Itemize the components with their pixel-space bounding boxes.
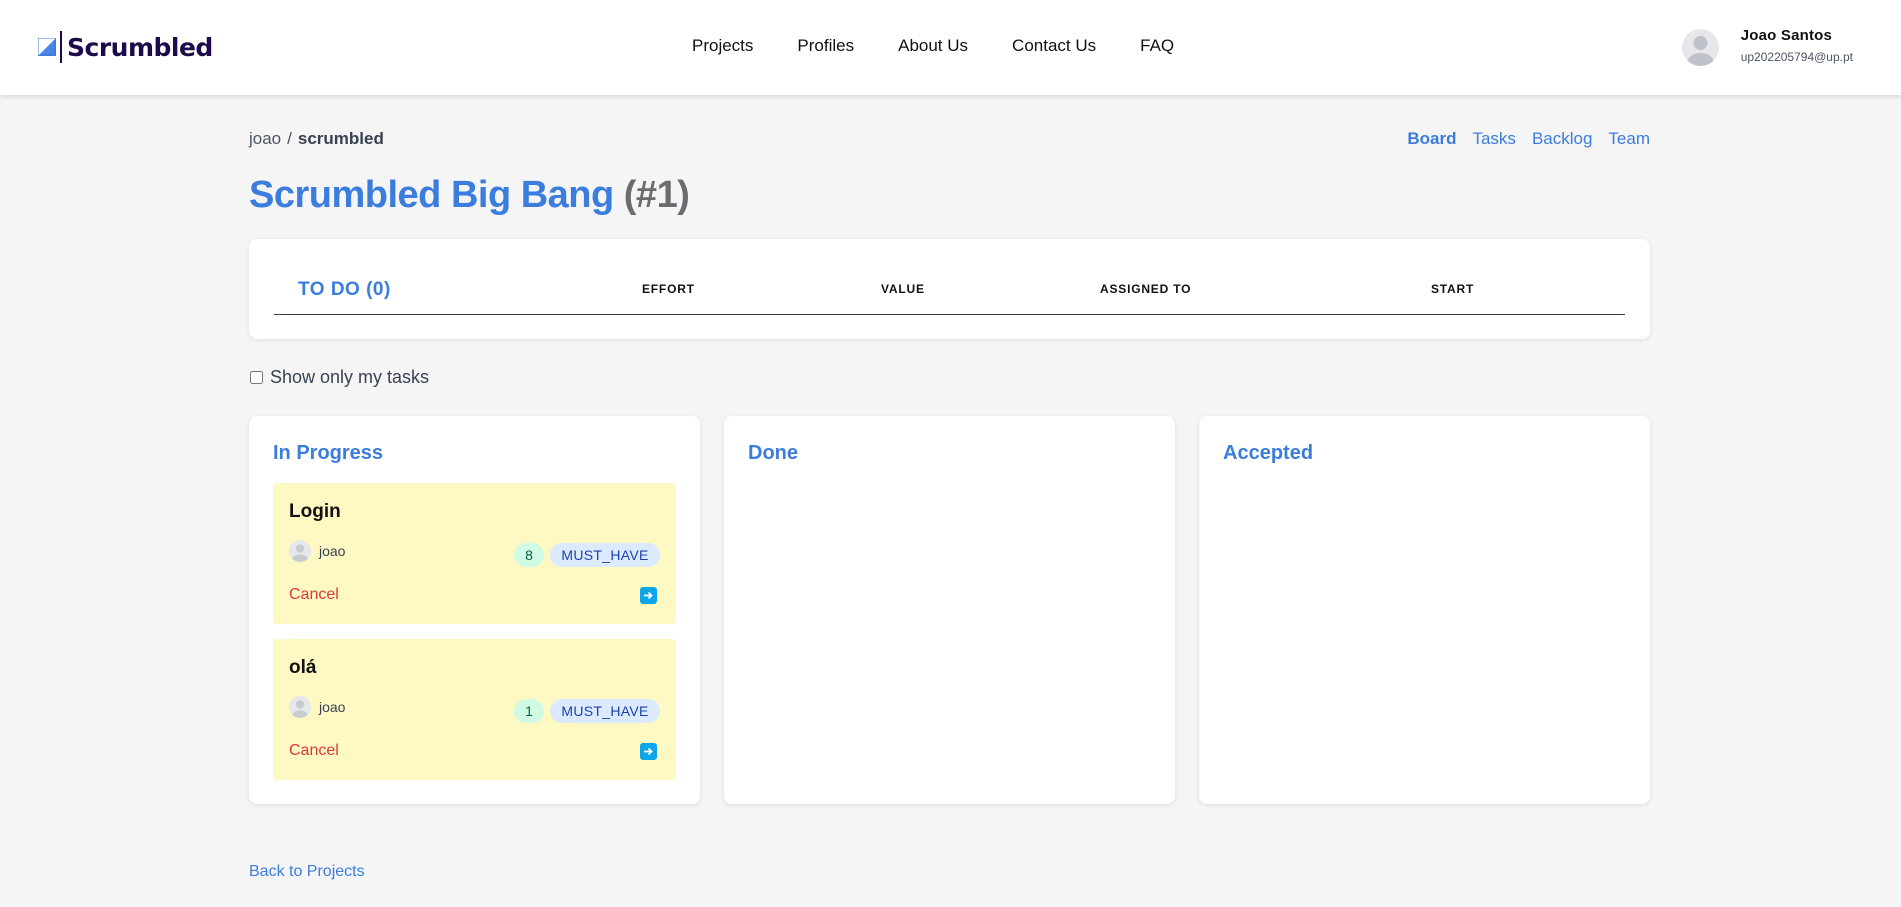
arrow-right-icon	[643, 587, 654, 605]
todo-table: TO DO (0) EFFORT VALUE ASSIGNED TO START	[249, 239, 1650, 339]
sprint-name: Scrumbled Big Bang	[249, 174, 614, 216]
table-divider	[274, 314, 1625, 315]
cancel-button[interactable]: Cancel	[289, 742, 339, 760]
column-header-start: START	[1431, 282, 1475, 296]
sprint-number: (#1)	[623, 174, 690, 216]
logo-mark-icon	[38, 38, 56, 56]
task-card[interactable]: Login joao 8 MUST_HAVE Cancel	[273, 483, 676, 624]
assignee-avatar	[289, 696, 311, 718]
column-title: Accepted	[1223, 442, 1314, 464]
nav-projects[interactable]: Projects	[692, 36, 753, 56]
task-assignee: joao	[289, 540, 345, 562]
effort-badge: 8	[514, 543, 544, 567]
cancel-button[interactable]: Cancel	[289, 586, 339, 604]
effort-badge: 1	[514, 699, 544, 723]
main-nav: Projects Profiles About Us Contact Us FA…	[692, 36, 1174, 56]
todo-title: TO DO (0)	[298, 279, 391, 300]
move-right-button[interactable]	[640, 587, 657, 604]
column-header-value: VALUE	[881, 282, 925, 296]
project-tabs: Board Tasks Backlog Team	[1391, 129, 1650, 149]
breadcrumb-owner[interactable]: joao	[249, 129, 281, 148]
assignee-avatar	[289, 540, 311, 562]
user-email: up202205794@up.pt	[1740, 50, 1853, 64]
back-to-projects-link[interactable]: Back to Projects	[249, 863, 365, 881]
nav-about-us[interactable]: About Us	[898, 36, 968, 56]
task-name[interactable]: olá	[289, 657, 316, 679]
tab-board[interactable]: Board	[1407, 129, 1456, 149]
task-assignee: joao	[289, 696, 345, 718]
assignee-name: joao	[319, 699, 346, 715]
value-badge: MUST_HAVE	[550, 699, 660, 723]
task-name[interactable]: Login	[289, 501, 341, 523]
column-header-effort: EFFORT	[642, 282, 695, 296]
top-header: Scrumbled Projects Profiles About Us Con…	[0, 0, 1901, 95]
nav-profiles[interactable]: Profiles	[797, 36, 854, 56]
logo[interactable]: Scrumbled	[38, 30, 213, 64]
column-accepted: Accepted	[1199, 416, 1650, 804]
column-in-progress: In Progress Login joao 8 MUST_HAVE Cance…	[249, 416, 700, 804]
column-header-assigned-to: ASSIGNED TO	[1100, 282, 1192, 296]
arrow-right-icon	[643, 743, 654, 761]
user-name: Joao Santos	[1740, 27, 1833, 44]
user-avatar[interactable]	[1681, 29, 1719, 66]
tab-tasks[interactable]: Tasks	[1472, 129, 1515, 149]
column-title: In Progress	[273, 442, 384, 464]
assignee-name: joao	[319, 543, 346, 559]
tab-team[interactable]: Team	[1608, 129, 1650, 149]
breadcrumb: joao / scrumbled	[249, 129, 384, 149]
nav-contact-us[interactable]: Contact Us	[1012, 36, 1096, 56]
logo-text: Scrumbled	[67, 32, 213, 62]
show-only-my-tasks-checkbox[interactable]	[250, 371, 263, 384]
nav-faq[interactable]: FAQ	[1140, 36, 1174, 56]
move-right-button[interactable]	[640, 743, 657, 760]
breadcrumb-separator: /	[287, 129, 292, 148]
page-title: Scrumbled Big Bang (#1)	[249, 174, 690, 217]
show-only-my-tasks-label: Show only my tasks	[270, 367, 430, 387]
column-title: Done	[748, 442, 798, 464]
breadcrumb-project[interactable]: scrumbled	[298, 129, 384, 148]
logo-divider	[60, 31, 62, 63]
column-done: Done	[724, 416, 1175, 804]
tab-backlog[interactable]: Backlog	[1532, 129, 1592, 149]
user-menu[interactable]: Joao Santos up202205794@up.pt	[1681, 27, 1853, 66]
task-card[interactable]: olá joao 1 MUST_HAVE Cancel	[273, 639, 676, 780]
show-only-my-tasks[interactable]: Show only my tasks	[250, 367, 429, 388]
value-badge: MUST_HAVE	[550, 543, 660, 567]
